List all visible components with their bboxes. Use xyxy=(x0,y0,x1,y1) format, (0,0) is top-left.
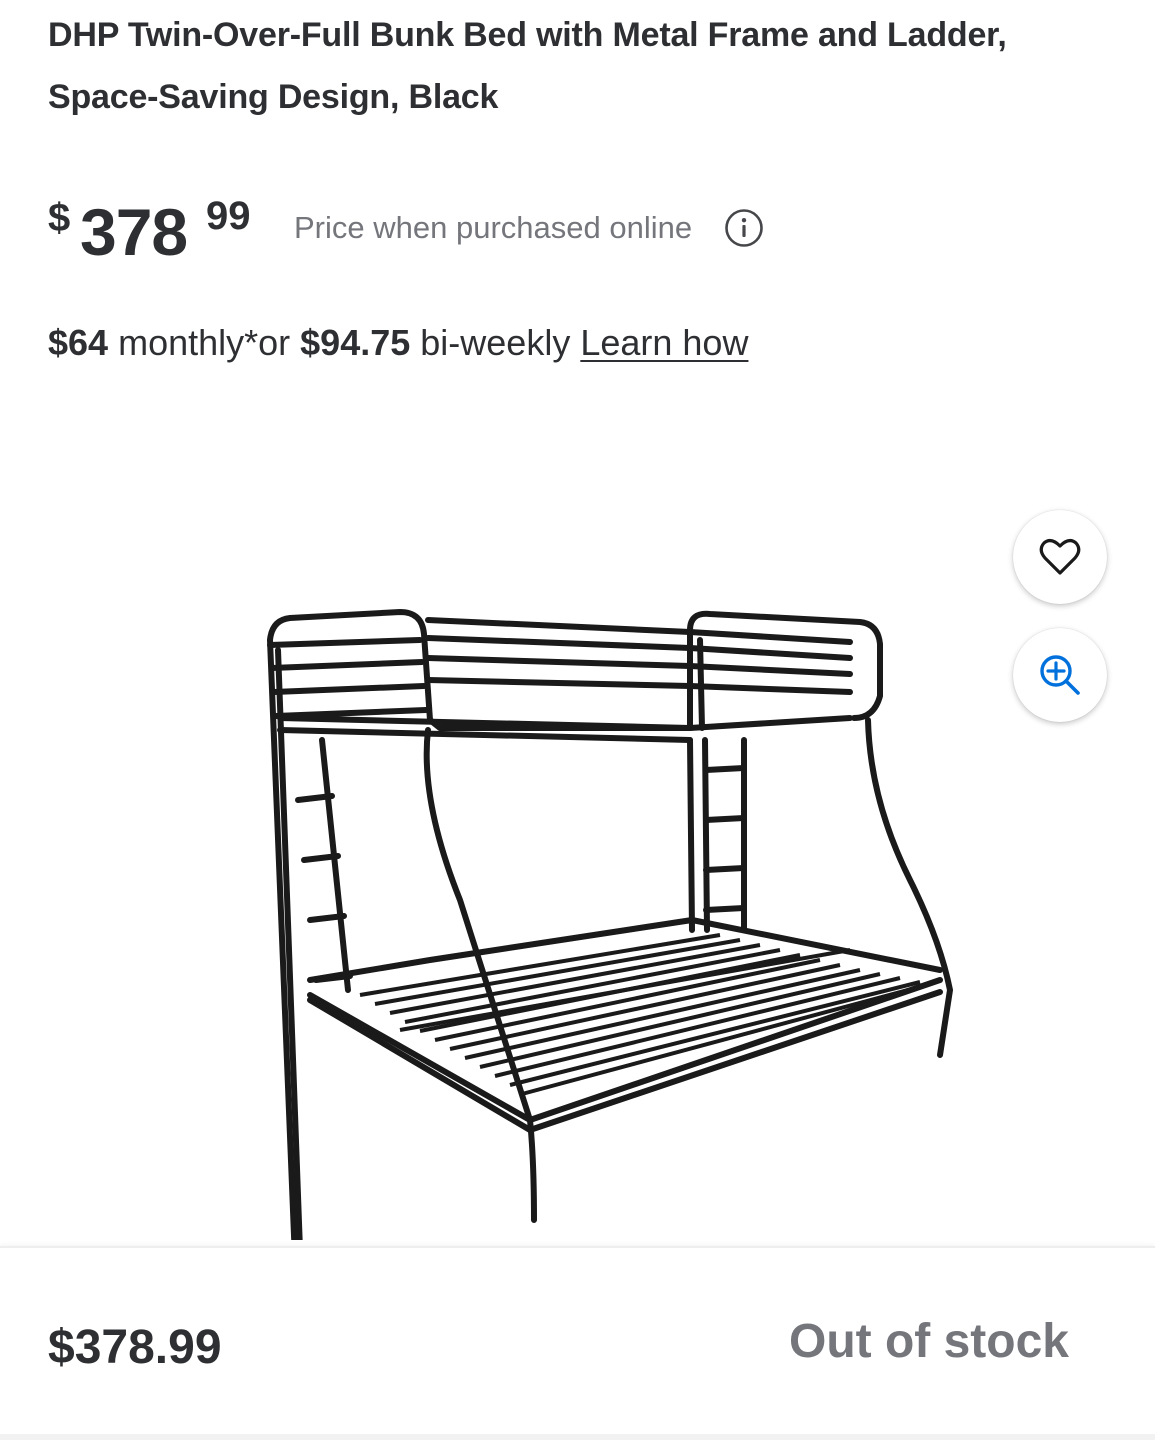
monthly-amount: $64 xyxy=(48,322,109,363)
product-page: DHP Twin-Over-Full Bunk Bed with Metal F… xyxy=(0,0,1155,1440)
biweekly-amount: $94.75 xyxy=(300,322,411,363)
monthly-text: monthly*or xyxy=(108,322,301,363)
sticky-bottom-bar: $378.99 Out of stock xyxy=(0,1246,1155,1440)
learn-how-link[interactable]: Learn how xyxy=(580,322,748,363)
price-note: Price when purchased online xyxy=(294,210,693,245)
price-dollars: 378 xyxy=(80,195,188,269)
product-image-area[interactable] xyxy=(0,420,1155,1240)
product-title: DHP Twin-Over-Full Bunk Bed with Metal F… xyxy=(48,16,1007,116)
bunk-bed-image xyxy=(267,609,953,1240)
bottom-price: $378.99 xyxy=(48,1321,222,1374)
stock-status: Out of stock xyxy=(788,1315,1069,1368)
price-cents: 99 xyxy=(206,194,251,238)
favorite-button[interactable] xyxy=(1013,510,1107,604)
zoom-in-icon xyxy=(1040,655,1080,695)
price-currency: $ xyxy=(48,196,71,240)
financing-line: $64 monthly*or $94.75 bi-weekly Learn ho… xyxy=(48,322,748,364)
biweekly-text: bi-weekly xyxy=(410,322,581,363)
info-icon[interactable] xyxy=(724,208,764,248)
bottom-divider xyxy=(0,1434,1155,1440)
zoom-button[interactable] xyxy=(1013,628,1107,722)
price-row: $ 378 99 Price when purchased online xyxy=(48,186,948,276)
heart-icon xyxy=(1039,539,1081,575)
